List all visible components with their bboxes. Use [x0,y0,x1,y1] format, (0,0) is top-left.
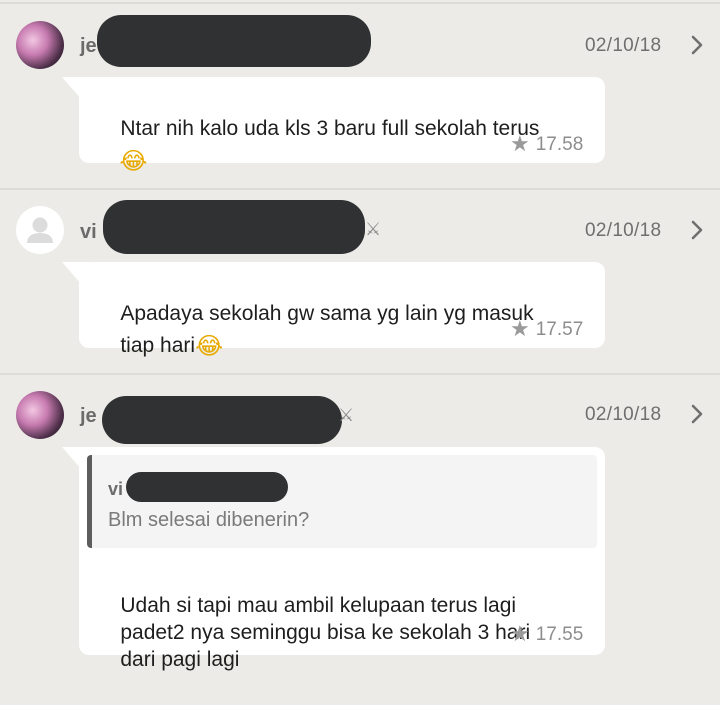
redacted-name [103,200,365,254]
message-date: 02/10/18 [585,220,662,241]
quoted-text: Blm selesai dibenerin? [108,509,310,531]
message-date: 02/10/18 [585,35,662,56]
sender-name: vi [80,221,97,243]
avatar[interactable] [16,21,64,69]
crossed-swords-icon: ⚔ [338,405,355,426]
redacted-name [126,472,288,502]
avatar[interactable] [16,391,64,439]
message-text: Ntar nih kalo uda kls 3 baru full sekola… [120,117,540,140]
star-icon[interactable]: ★ [510,132,530,157]
crossed-swords-icon: ⚔ [365,219,382,240]
message-text: 😂 [96,116,147,206]
message-time: ★ 17.55 [510,622,584,647]
laughing-emoji-icon: 😂 [195,332,224,361]
quoted-sender-name: vi [108,479,124,499]
star-icon[interactable]: ★ [510,317,530,342]
message-text: dari pagi lagi [120,648,240,671]
redacted-name [97,15,371,67]
divider [0,2,720,4]
chevron-right-icon[interactable] [686,403,708,425]
avatar[interactable] [16,206,64,254]
message-date: 02/10/18 [585,404,662,425]
redacted-name [102,396,342,444]
star-icon[interactable]: ★ [510,622,530,647]
laughing-emoji-icon: 😂 [119,147,148,176]
message-time: ★ 17.58 [510,132,584,157]
message-time: ★ 17.57 [510,317,584,342]
chevron-right-icon[interactable] [686,34,708,56]
default-user-icon [27,217,53,243]
sender-name: je [80,35,97,57]
sender-name: je [80,405,97,427]
message-text: tiap hari😂 [120,332,224,361]
chevron-right-icon[interactable] [686,219,708,241]
